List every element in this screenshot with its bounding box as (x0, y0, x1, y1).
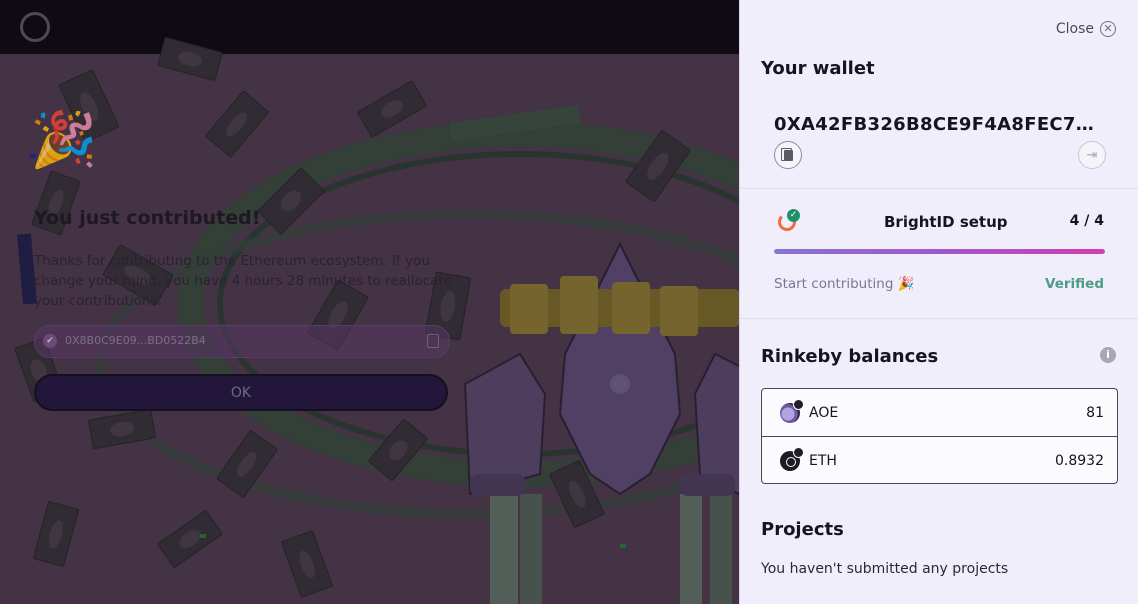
copy-icon[interactable] (427, 334, 439, 348)
balances-table: AOE 81 ETH 0.8932 (761, 388, 1118, 484)
copy-icon (780, 147, 793, 161)
start-contributing-link[interactable]: Start contributing 🎉 (774, 276, 915, 292)
token-name: ETH (809, 452, 837, 469)
divider (740, 188, 1138, 189)
no-projects-message: You haven't submitted any projects (761, 561, 1009, 577)
wallet-address: 0XA42FB326B8CE9F4A8FEC713481A5C1C7D7CD2E… (774, 114, 1104, 135)
projects-title: Projects (761, 519, 844, 540)
wallet-panel: Close ✕ Your wallet 0XA42FB326B8CE9F4A8F… (739, 0, 1138, 604)
info-icon[interactable]: i (1100, 347, 1116, 363)
contribution-address: 0X8B0C9E09...BD0522B4 (65, 334, 206, 347)
modal-title: You just contributed! (34, 207, 261, 229)
copy-address-button[interactable] (774, 141, 802, 169)
app-background: 🎉 You just contributed! Thanks for contr… (0, 0, 739, 604)
token-balance: 0.8932 (1055, 452, 1104, 469)
logout-icon: ⇥ (1086, 147, 1098, 163)
balances-title: Rinkeby balances (761, 346, 939, 367)
contribution-address-field: ✔ 0X8B0C9E09...BD0522B4 (34, 325, 450, 358)
token-name: AOE (809, 405, 839, 421)
brightid-progress-fill (774, 249, 1105, 254)
disconnect-button[interactable]: ⇥ (1078, 141, 1106, 169)
eth-token-icon (780, 446, 804, 471)
wallet-title: Your wallet (761, 58, 875, 79)
brightid-icon: ✓ (778, 209, 802, 233)
verified-check-icon: ✓ (787, 209, 800, 222)
divider (740, 318, 1138, 319)
balance-row-eth: ETH 0.8932 (762, 436, 1117, 484)
verified-status: Verified (1045, 276, 1104, 292)
brightid-step-count: 4 / 4 (1069, 213, 1104, 229)
brightid-title: BrightID setup (884, 213, 1008, 231)
close-icon: ✕ (1100, 21, 1116, 37)
close-button[interactable]: Close ✕ (1056, 21, 1116, 37)
aoe-token-icon (780, 399, 804, 423)
modal-message: Thanks for contributing to the Ethereum … (34, 253, 453, 309)
check-icon: ✔ (43, 334, 57, 348)
balance-row-aoe: AOE 81 (762, 389, 1117, 437)
brightid-progress-bar (774, 249, 1105, 254)
close-label: Close (1055, 21, 1094, 37)
ok-button[interactable]: OK (34, 374, 448, 411)
party-popper-icon: 🎉 (30, 108, 98, 171)
token-balance: 81 (1086, 405, 1104, 421)
